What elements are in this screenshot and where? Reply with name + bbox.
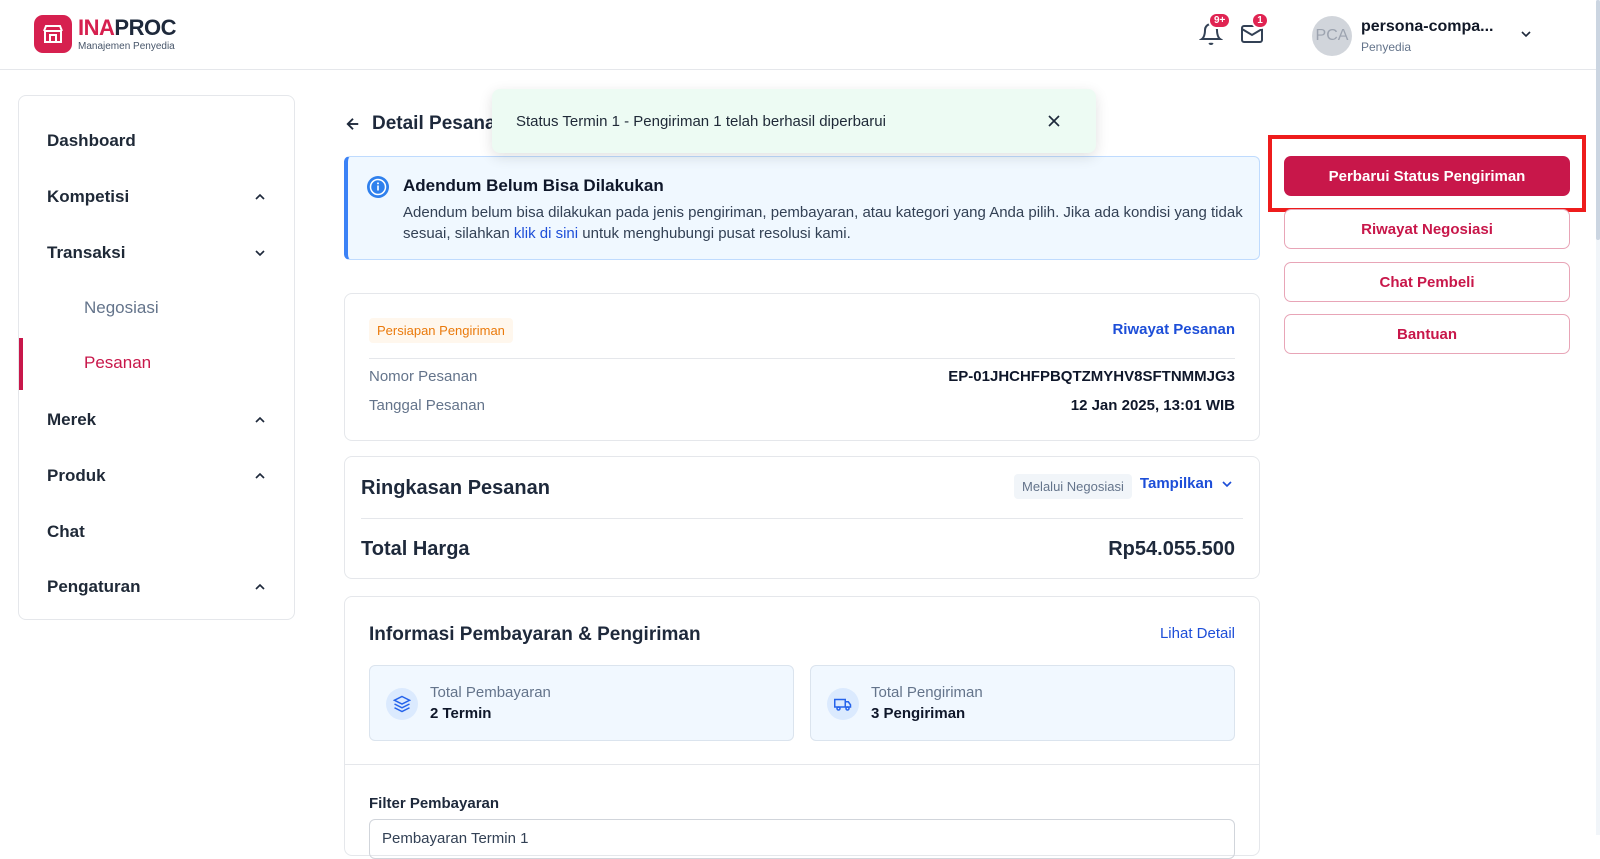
sidebar-item-label: Negosiasi (84, 298, 159, 317)
payment-shipping-card: Informasi Pembayaran & Pengiriman Lihat … (344, 596, 1260, 859)
logo-title: INAPROC (78, 14, 176, 40)
sidebar-item-label: Merek (47, 410, 97, 429)
sidebar-item-merek[interactable]: Merek (19, 395, 296, 445)
view-detail-link[interactable]: Lihat Detail (1160, 625, 1235, 642)
divider (361, 518, 1243, 519)
addendum-info-banner: Adendum Belum Bisa Dilakukan Adendum bel… (344, 156, 1260, 260)
toggle-label: Tampilkan (1139, 475, 1213, 492)
avatar[interactable]: PCA (1312, 16, 1352, 56)
user-name[interactable]: persona-compa... (1361, 18, 1501, 36)
total-shipping-label: Total Pengiriman (871, 684, 983, 701)
negotiation-badge: Melalui Negosiasi (1014, 474, 1132, 499)
sidebar-item-label: Pengaturan (47, 577, 141, 596)
total-price-label: Total Harga (361, 538, 470, 560)
sidebar-item-pesanan[interactable]: Pesanan (19, 338, 296, 390)
back-arrow-icon[interactable] (344, 115, 362, 133)
page-title-bar: Detail Pesanan (344, 113, 507, 135)
chevron-up-icon (255, 472, 265, 479)
payment-section-title: Informasi Pembayaran & Pengiriman (369, 624, 701, 645)
total-payment-value: 2 Termin (430, 705, 492, 722)
sidebar-item-label: Produk (47, 466, 106, 485)
sidebar: Dashboard Kompetisi Transaksi Negosiasi … (18, 95, 295, 620)
total-shipping-value: 3 Pengiriman (871, 705, 966, 722)
show-details-toggle[interactable]: Tampilkan (1140, 475, 1235, 492)
info-title: Adendum Belum Bisa Dilakukan (403, 176, 664, 195)
chevron-down-icon[interactable] (1518, 26, 1534, 47)
page-title: Detail Pesanan (372, 113, 508, 134)
chevron-up-icon (255, 416, 265, 423)
user-role: Penyedia (1361, 40, 1412, 54)
help-button[interactable]: Bantuan (1284, 314, 1570, 354)
payment-filter-label: Filter Pembayaran (369, 795, 500, 812)
active-indicator (19, 338, 23, 390)
info-text: Adendum belum bisa dilakukan pada jenis … (403, 204, 1243, 242)
notifications-badge: 9+ (1208, 12, 1232, 29)
status-badge: Persiapan Pengiriman (369, 318, 513, 343)
order-info-card: Persiapan Pengiriman Riwayat Pesanan Nom… (344, 293, 1260, 441)
summary-title: Ringkasan Pesanan (361, 477, 550, 499)
payment-filter-select[interactable]: Pembayaran Termin 1 (369, 819, 1235, 859)
layers-icon (386, 688, 418, 720)
divider (345, 764, 1259, 765)
sidebar-item-produk[interactable]: Produk (19, 451, 296, 501)
chevron-down-icon (1222, 480, 1232, 487)
total-payment-label: Total Pembayaran (430, 684, 551, 701)
sidebar-item-transaksi[interactable]: Transaksi (19, 228, 296, 278)
sidebar-item-label: Chat (47, 522, 85, 541)
success-toast: Status Termin 1 - Pengiriman 1 telah ber… (492, 89, 1096, 153)
total-price-value: Rp54.055.500 (1108, 538, 1235, 560)
sidebar-item-pengaturan[interactable]: Pengaturan (19, 562, 296, 612)
sidebar-item-label: Kompetisi (47, 187, 130, 206)
messages-badge: 1 (1251, 12, 1269, 29)
resolution-link[interactable]: klik di sini (514, 225, 578, 242)
negotiation-history-button[interactable]: Riwayat Negosiasi (1284, 209, 1570, 249)
store-icon (34, 15, 72, 53)
total-shipping-tile: Total Pengiriman 3 Pengiriman (810, 665, 1235, 741)
chevron-up-icon (255, 583, 265, 590)
sidebar-item-chat[interactable]: Chat (19, 507, 296, 557)
scrollbar-thumb[interactable] (1596, 0, 1600, 240)
order-number-label: Nomor Pesanan (369, 368, 478, 385)
truck-icon (827, 688, 859, 720)
notifications-button[interactable]: 9+ (1197, 12, 1232, 48)
order-history-link[interactable]: Riwayat Pesanan (1112, 321, 1235, 338)
sidebar-item-dashboard[interactable]: Dashboard (19, 116, 296, 166)
chevron-down-icon (255, 250, 265, 257)
order-summary-card: Ringkasan Pesanan Melalui Negosiasi Tamp… (344, 456, 1260, 579)
sidebar-item-kompetisi[interactable]: Kompetisi (19, 172, 296, 222)
logo-subtitle: Manajemen Penyedia (78, 40, 175, 52)
close-icon[interactable] (1044, 111, 1064, 135)
sidebar-item-label: Pesanan (84, 353, 152, 372)
divider (369, 358, 1235, 359)
order-date-label: Tanggal Pesanan (369, 397, 485, 414)
sidebar-item-label: Transaksi (47, 243, 126, 262)
order-number-value: EP-01JHCHFPBQTZMYHV8SFTNMMJG3 (948, 368, 1235, 385)
order-date-value: 12 Jan 2025, 13:01 WIB (1070, 397, 1235, 414)
info-icon (366, 175, 390, 204)
top-bar: INAPROC Manajemen Penyedia 9+ 1 PCA pers… (0, 0, 1600, 70)
logo[interactable]: INAPROC Manajemen Penyedia (34, 15, 176, 53)
toast-message: Status Termin 1 - Pengiriman 1 telah ber… (516, 112, 886, 130)
chevron-up-icon (255, 193, 265, 200)
sidebar-item-negosiasi[interactable]: Negosiasi (19, 283, 296, 333)
sidebar-item-label: Dashboard (47, 131, 136, 150)
total-payment-tile: Total Pembayaran 2 Termin (369, 665, 794, 741)
chat-buyer-button[interactable]: Chat Pembeli (1284, 262, 1570, 302)
update-shipping-status-button[interactable]: Perbarui Status Pengiriman (1284, 156, 1570, 196)
messages-button[interactable]: 1 (1238, 12, 1269, 48)
